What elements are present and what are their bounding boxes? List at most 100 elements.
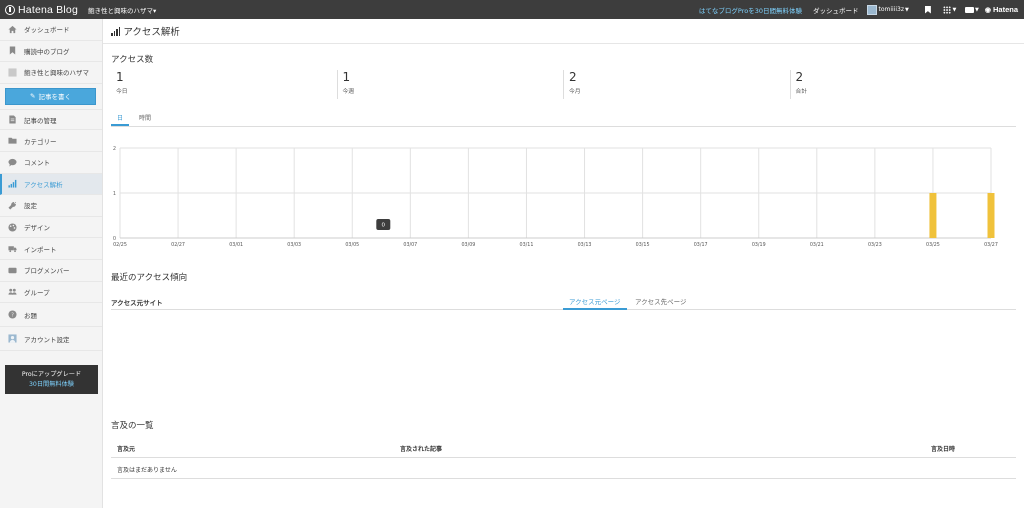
folder-icon [8, 136, 17, 145]
x-tick-label: 03/01 [229, 242, 243, 248]
stat-value: 2 [569, 70, 577, 84]
write-article-button[interactable]: ✎ 記事を書く [5, 87, 96, 105]
sidebar-item-label: 設定 [24, 202, 37, 211]
avatar [866, 4, 877, 15]
empty-message: 言及はまだありません [117, 467, 177, 474]
access-chart: 0 1 2 02/25 02/27 03/01 03/03 03/05 03/07 03/09 03… [113, 146, 998, 248]
tab-referrer-pages[interactable]: アクセス元ページ [563, 296, 627, 310]
y-tick-label: 0 [113, 236, 116, 242]
bar-chart-icon [8, 179, 17, 188]
sidebar-item-members[interactable]: ブログメンバー [0, 260, 102, 282]
apps-menu-button[interactable]: ▼ [941, 0, 959, 19]
stat-label: 今月 [569, 89, 581, 95]
y-tick-label: 2 [113, 146, 116, 152]
sidebar-item-label: 購読中のブログ [24, 47, 70, 56]
sidebar-item-label: ブログメンバー [24, 267, 70, 276]
mentions-title: 言及の一覧 [111, 421, 154, 431]
sidebar-item-blog[interactable]: 飽き性と興味のハザマ [0, 62, 102, 84]
main-content: アクセス解析 アクセス数 1 今日 1 今週 2 今月 2 合計 日 時間 0 1… [103, 19, 1024, 508]
wrench-icon [8, 201, 17, 210]
x-tick-label: 03/05 [345, 242, 359, 248]
page-title: アクセス解析 [123, 27, 180, 38]
svg-text:?: ? [11, 312, 14, 318]
sidebar-item-settings[interactable]: 設定 [0, 195, 102, 217]
user-menu[interactable]: tomiiii3z ▼ [866, 4, 909, 15]
sidebar-item-design[interactable]: デザイン [0, 217, 102, 239]
stat-value: 1 [342, 70, 351, 84]
comment-icon [8, 158, 17, 167]
logo-text: Hatena Blog [18, 3, 78, 16]
stat-total: 2 合計 [791, 70, 1017, 99]
period-tabs: 日 時間 [111, 109, 1016, 127]
x-tick-label: 03/17 [694, 242, 708, 248]
bookmark-icon [924, 5, 931, 14]
stat-label: 今日 [116, 89, 128, 95]
blog-name-menu[interactable]: 飽き性と興味のハザマ▾ [88, 5, 156, 15]
account-icon [8, 334, 17, 343]
stat-week: 1 今週 [338, 70, 564, 99]
pro-trial-link[interactable]: はてなブログProを30日間無料体験 [699, 5, 802, 15]
sidebar-item-analytics[interactable]: アクセス解析 [0, 173, 102, 196]
top-bar: Hatena Blog 飽き性と興味のハザマ▾ はてなブログProを30日間無料… [0, 0, 1024, 19]
sidebar-item-subscriptions[interactable]: 購読中のブログ [0, 41, 102, 63]
sidebar-item-groups[interactable]: グループ [0, 282, 102, 304]
tab-day[interactable]: 日 [111, 109, 130, 126]
referrer-row: アクセス元サイト アクセス元ページ アクセス先ページ [111, 294, 1016, 310]
notifications-button[interactable]: ▼ [963, 0, 981, 19]
x-tick-label: 02/27 [171, 242, 185, 248]
stats-row: 1 今日 1 今週 2 今月 2 合計 [111, 70, 1016, 99]
pro-upgrade-banner[interactable]: Proにアップグレード 30日間無料体験 [5, 365, 98, 394]
x-tick-label: 03/19 [752, 242, 766, 248]
sidebar-item-label: お題 [24, 311, 37, 320]
sidebar-item-topics[interactable]: ? お題 [0, 303, 102, 328]
access-count-title: アクセス数 [111, 55, 154, 65]
sites-label: アクセス元サイト [111, 299, 163, 307]
sidebar-item-label: 記事の管理 [24, 116, 57, 125]
x-tick-label: 03/25 [926, 242, 940, 248]
bookmark-icon [8, 46, 17, 55]
x-tick-label: 03/15 [636, 242, 650, 248]
dashboard-link[interactable]: ダッシュボード [813, 5, 859, 15]
x-tick-label: 03/09 [461, 242, 475, 248]
truck-icon [8, 244, 17, 253]
stat-label: 合計 [795, 89, 808, 95]
sidebar-item-categories[interactable]: カテゴリー [0, 130, 102, 152]
palette-icon [8, 222, 17, 232]
sidebar-item-comments[interactable]: コメント [0, 152, 102, 174]
sidebar-item-dashboard[interactable]: ダッシュボード [0, 19, 102, 41]
stat-value: 2 [795, 70, 804, 84]
stat-label: 今週 [342, 89, 355, 95]
x-tick-label: 03/13 [578, 242, 592, 248]
pro-trial-label: 30日間無料体験 [29, 381, 74, 388]
sidebar-item-label: アカウント設定 [24, 335, 70, 344]
pro-upgrade-label: Proにアップグレード [21, 371, 82, 378]
edit-icon: ✎ [30, 92, 36, 101]
column-header: 言及された記事 [400, 446, 443, 453]
sidebar-item-articles[interactable]: 記事の管理 [0, 108, 102, 131]
sidebar: ダッシュボード 購読中のブログ 飽き性と興味のハザマ ✎ 記事を書く 記事の管理… [0, 19, 103, 508]
tab-hour[interactable]: 時間 [133, 109, 157, 126]
sidebar-item-account[interactable]: アカウント設定 [0, 327, 102, 352]
bar-chart-icon [111, 26, 121, 36]
sidebar-item-label: カテゴリー [24, 137, 57, 146]
y-tick-label: 1 [113, 191, 116, 197]
bookmark-button[interactable] [919, 0, 937, 19]
trend-title: 最近のアクセス傾向 [111, 273, 188, 283]
sidebar-item-label: 飽き性と興味のハザマ [24, 69, 89, 78]
sidebar-item-label: インポート [24, 245, 57, 254]
grid-icon [943, 5, 952, 14]
document-icon [8, 115, 17, 124]
tab-landing-pages[interactable]: アクセス先ページ [629, 296, 693, 310]
sidebar-item-label: デザイン [24, 224, 50, 233]
write-article-label: 記事を書く [38, 93, 71, 102]
hatena-link[interactable]: ◉ Hatena [985, 5, 1018, 14]
hatena-logo-icon: ◉ [984, 6, 991, 14]
x-tick-label: 03/27 [984, 242, 998, 248]
home-icon [8, 25, 17, 34]
x-tick-label: 03/23 [868, 242, 882, 248]
hatena-blog-logo[interactable]: Hatena Blog [5, 4, 78, 16]
mentions-empty-row: 言及はまだありません [111, 459, 1016, 479]
stat-value: 1 [116, 70, 124, 84]
sidebar-item-import[interactable]: インポート [0, 238, 102, 260]
members-icon [8, 266, 17, 275]
